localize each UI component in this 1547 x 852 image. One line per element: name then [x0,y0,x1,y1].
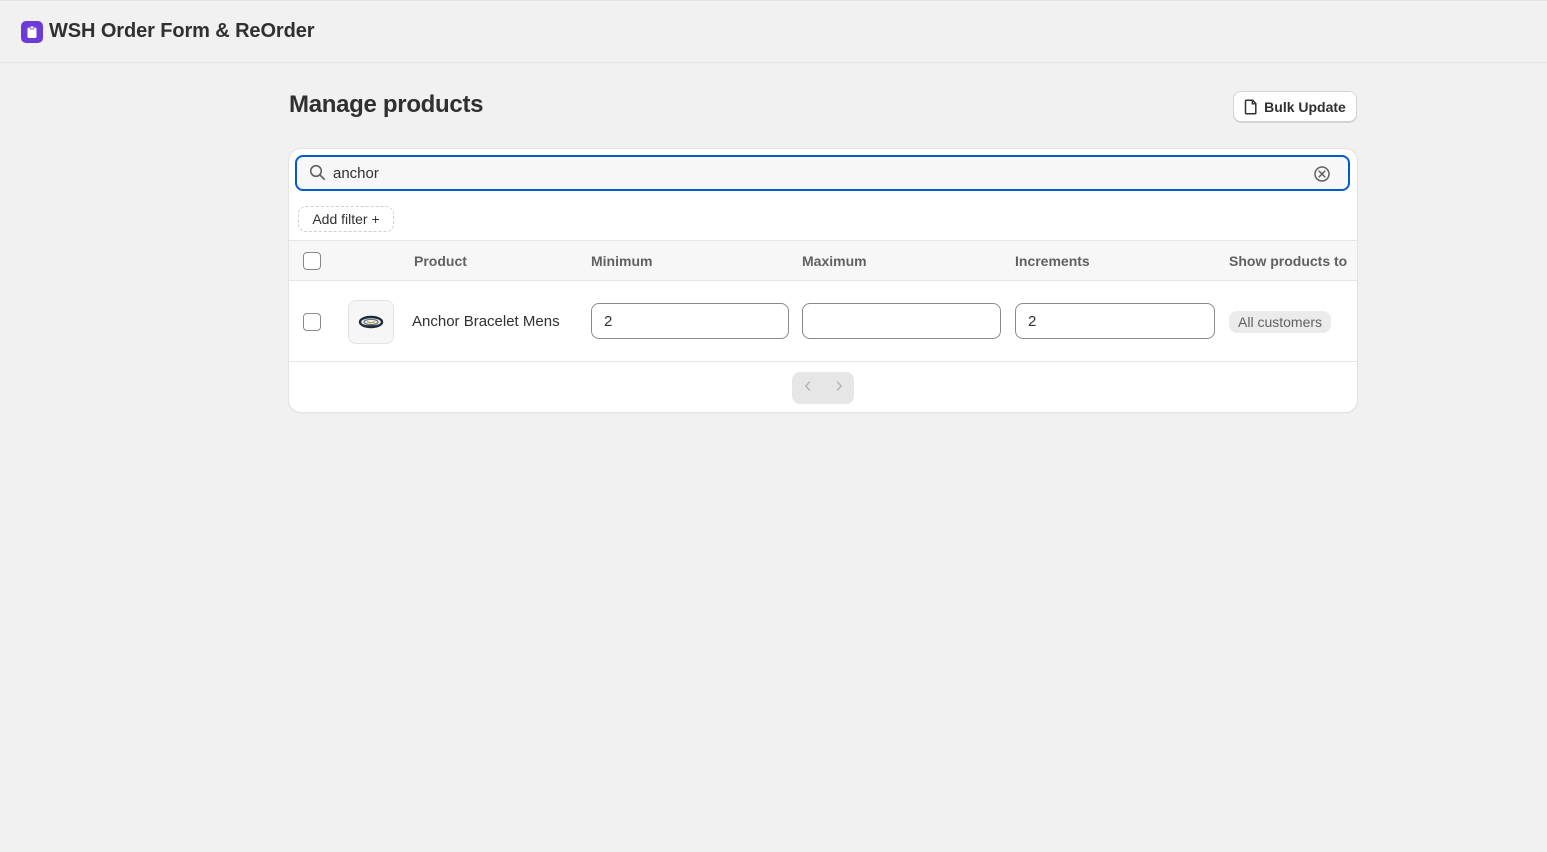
document-icon [1244,98,1258,115]
add-filter-button[interactable]: Add filter + [298,206,394,232]
column-header-maximum: Maximum [802,253,867,269]
bulk-update-button[interactable]: Bulk Update [1233,91,1357,122]
column-header-show-products-to: Show products to [1229,253,1348,269]
column-header-product: Product [414,253,467,269]
product-name[interactable]: Anchor Bracelet Mens [412,313,560,330]
search-field[interactable] [295,155,1350,191]
pagination [792,372,854,404]
chevron-left-icon [803,379,813,397]
product-thumbnail [348,300,394,344]
row-checkbox[interactable] [303,313,321,331]
minimum-input[interactable] [591,303,789,339]
pagination-previous-button[interactable] [792,372,823,404]
select-all-checkbox[interactable] [303,252,321,270]
app-title: WSH Order Form & ReOrder [49,20,315,42]
products-card: Add filter + Product Minimum Maximum Inc… [289,149,1357,412]
increments-input[interactable] [1015,303,1215,339]
pagination-next-button[interactable] [823,372,854,404]
maximum-input[interactable] [802,303,1001,339]
app-logo-icon [21,20,43,43]
chevron-right-icon [834,379,844,397]
column-header-increments: Increments [1015,253,1090,269]
add-filter-label: Add filter + [312,211,380,227]
table-header: Product Minimum Maximum Increments Show … [289,241,1357,281]
clear-search-icon[interactable] [1313,165,1331,188]
bulk-update-label: Bulk Update [1264,98,1346,115]
search-icon [309,164,326,186]
customer-group-badge: All customers [1229,311,1332,333]
column-header-minimum: Minimum [591,253,653,269]
page-title: Manage products [289,91,484,118]
app-header: WSH Order Form & ReOrder [0,0,1547,63]
table-row: Anchor Bracelet Mens All customers [289,282,1357,362]
search-input[interactable] [333,161,1293,185]
